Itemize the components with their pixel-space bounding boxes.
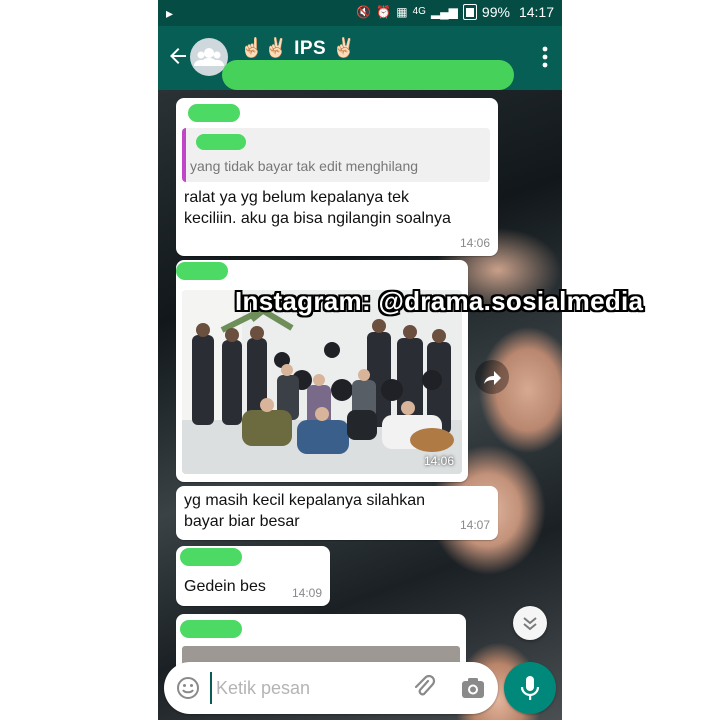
menu-icon[interactable] <box>542 46 548 68</box>
message-text: Gedein bes <box>184 578 266 595</box>
title-prefix-emoji: ☝🏻✌🏻 <box>240 38 289 59</box>
attach-icon[interactable] <box>412 675 436 701</box>
message-time: 14:07 <box>459 518 490 532</box>
message-bubble[interactable]: yang tidak bayar tak edit menghilang ral… <box>176 98 498 256</box>
clock: 14:17 <box>518 4 554 20</box>
message-bubble[interactable]: yg masih kecil kepalanya silahkan bayar … <box>176 486 498 540</box>
redacted-quoted-sender <box>196 134 246 150</box>
camera-icon[interactable] <box>460 676 486 700</box>
redacted-sender <box>188 104 240 122</box>
status-icons: 🔇 ⏰ ▦ 4G ▂▄▆ 99% 14:17 <box>356 4 554 20</box>
signal-icon: ▂▄▆ <box>430 5 458 19</box>
image-time: 14:06 <box>423 454 454 468</box>
sim-icon: ▦ <box>396 5 408 19</box>
alarm-icon: ⏰ <box>376 5 392 19</box>
chat-header: ☝🏻✌🏻 IPS ✌🏻 <box>158 26 562 90</box>
message-time: 14:09 <box>291 586 322 600</box>
network-type: 4G <box>412 6 426 17</box>
redacted-sender <box>176 262 228 280</box>
redacted-participants <box>222 60 514 90</box>
redacted-sender <box>180 548 242 566</box>
emoji-icon[interactable] <box>176 676 200 700</box>
title-suffix-emoji: ✌🏻 <box>332 38 357 59</box>
message-input[interactable] <box>210 672 400 704</box>
back-arrow-icon[interactable] <box>166 44 190 68</box>
mic-icon <box>520 676 540 700</box>
message-text-line2: bayar biar besar <box>184 513 300 530</box>
message-time: 14:06 <box>459 236 490 250</box>
mic-button[interactable] <box>504 662 556 714</box>
notification-icon: ▸ <box>166 5 174 21</box>
group-title[interactable]: ☝🏻✌🏻 IPS ✌🏻 <box>240 36 356 60</box>
message-bubble[interactable]: Gedein bes 14:09 <box>176 546 330 606</box>
forward-icon[interactable] <box>475 360 509 394</box>
battery-percent: 99% <box>481 4 510 20</box>
battery-icon <box>462 4 477 20</box>
quoted-text: yang tidak bayar tak edit menghilang <box>190 158 419 174</box>
message-text-line1: ralat ya yg belum kepalanya tek <box>184 189 410 206</box>
mute-icon: 🔇 <box>356 5 372 19</box>
group-photo-image <box>182 290 462 474</box>
redacted-sender <box>180 620 242 638</box>
message-text-line2: keciliin. aku ga bisa ngilangin soalnya <box>184 210 451 227</box>
group-photo[interactable]: 14:06 <box>182 290 462 474</box>
status-bar: ▸ 🔇 ⏰ ▦ 4G ▂▄▆ 99% 14:17 <box>158 0 562 26</box>
phone-screen: ▸ 🔇 ⏰ ▦ 4G ▂▄▆ 99% 14:17 ☝🏻✌🏻 IPS ✌🏻 yan… <box>158 0 562 720</box>
group-name: IPS <box>294 38 327 59</box>
instagram-watermark: Instagram: @drama.sosialmedia <box>235 286 644 316</box>
scroll-down-icon[interactable] <box>513 606 547 640</box>
message-text-line1: yg masih kecil kepalanya silahkan <box>184 492 426 509</box>
message-composer <box>164 662 498 714</box>
